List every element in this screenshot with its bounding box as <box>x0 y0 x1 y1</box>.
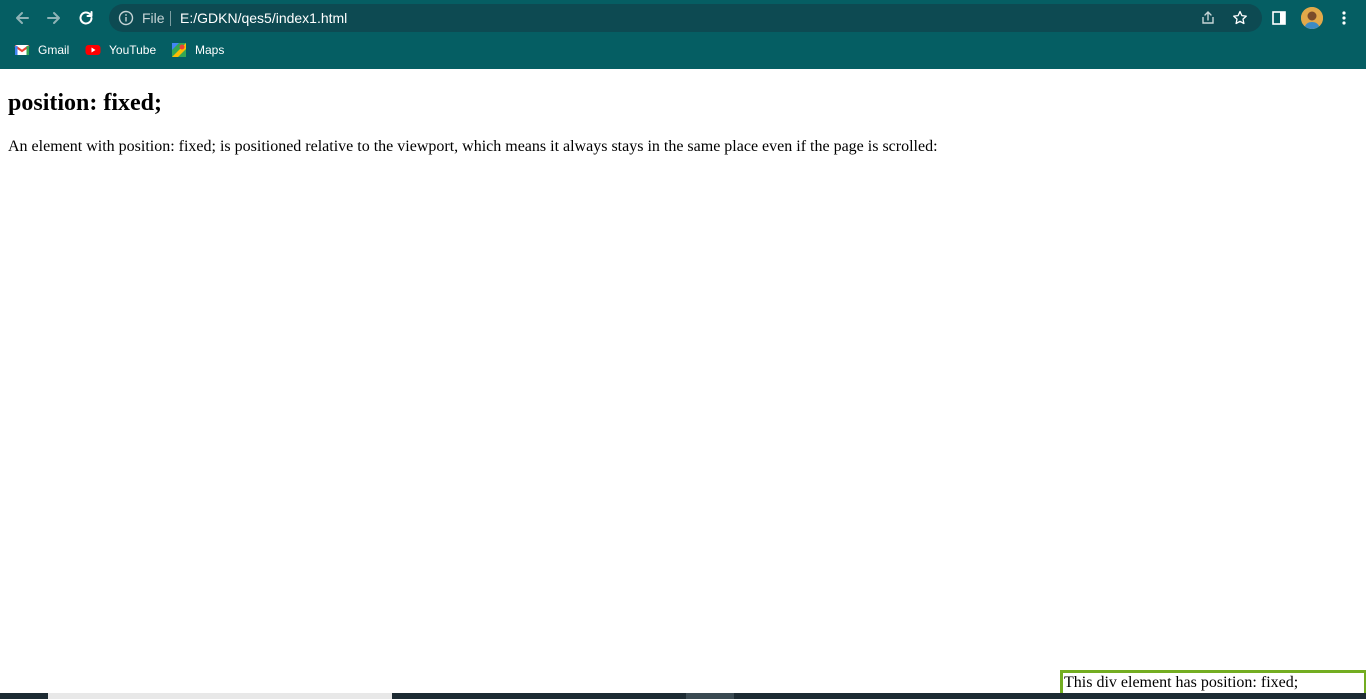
browser-toolbar: File E:/GDKN/qes5/index1.html <box>0 0 1366 36</box>
bookmark-star-button[interactable] <box>1231 9 1249 27</box>
side-panel-icon <box>1272 11 1286 25</box>
browser-frame: File E:/GDKN/qes5/index1.html Gmail YouT… <box>0 0 1366 69</box>
youtube-icon <box>85 45 101 55</box>
more-vert-icon <box>1342 11 1346 25</box>
page-content: position: fixed; An element with positio… <box>8 69 1358 157</box>
forward-button[interactable] <box>42 6 66 30</box>
bookmark-label: Gmail <box>38 43 70 57</box>
bookmark-label: Maps <box>195 43 225 57</box>
omnibox-divider <box>170 11 171 26</box>
taskbar <box>0 693 1366 699</box>
bookmark-maps[interactable]: Maps <box>171 38 224 62</box>
taskbar-item[interactable] <box>48 693 392 699</box>
info-icon[interactable] <box>118 10 134 26</box>
share-button[interactable] <box>1199 9 1217 27</box>
bookmark-gmail[interactable]: Gmail <box>14 38 69 62</box>
bookmark-youtube[interactable]: YouTube <box>85 38 156 62</box>
arrow-left-icon <box>16 12 29 24</box>
page-paragraph: An element with position: fixed; is posi… <box>8 138 938 155</box>
profile-avatar[interactable] <box>1301 7 1323 29</box>
star-icon <box>1233 10 1247 25</box>
page-heading: position: fixed; <box>8 90 163 116</box>
taskbar-item[interactable] <box>686 693 734 699</box>
arrow-right-icon <box>47 12 60 24</box>
reload-icon <box>79 11 93 25</box>
scheme-label: File <box>142 10 165 26</box>
side-panel-button[interactable] <box>1267 6 1291 30</box>
back-button[interactable] <box>10 6 34 30</box>
bookmarks-bar: Gmail YouTube Maps <box>0 38 1366 62</box>
gmail-icon <box>14 45 30 55</box>
url-text[interactable]: E:/GDKN/qes5/index1.html <box>180 4 347 32</box>
share-icon <box>1202 11 1214 24</box>
bookmark-label: YouTube <box>109 43 157 57</box>
browser-menu-button[interactable] <box>1332 6 1356 30</box>
maps-icon <box>172 43 186 57</box>
reload-button[interactable] <box>74 6 98 30</box>
avatar-image <box>1301 7 1323 29</box>
address-bar[interactable]: File E:/GDKN/qes5/index1.html <box>109 4 1262 32</box>
